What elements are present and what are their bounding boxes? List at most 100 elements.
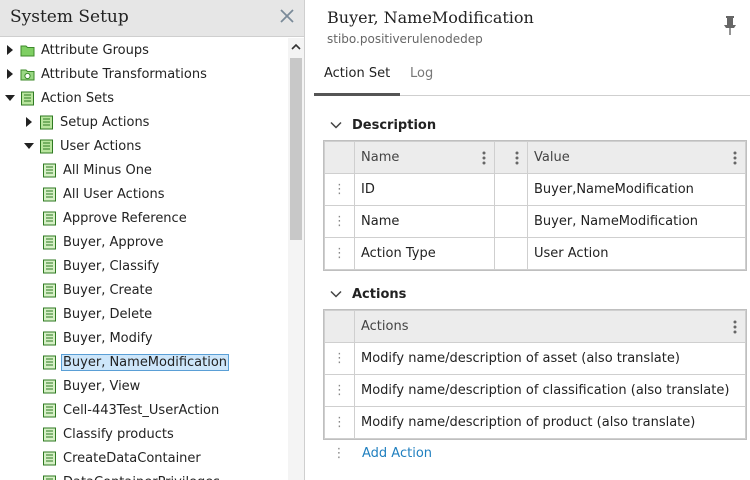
tab-action-set[interactable]: Action Set bbox=[314, 66, 401, 96]
close-icon[interactable] bbox=[278, 7, 296, 25]
tree-item[interactable]: Buyer, Classify bbox=[42, 254, 161, 278]
row-drag-handle-icon[interactable]: ⋮ bbox=[324, 205, 355, 238]
tree-item[interactable]: All User Actions bbox=[42, 182, 167, 206]
tree-item[interactable]: DataContainerPrivileges bbox=[42, 470, 222, 480]
tree-scrollbar[interactable] bbox=[288, 38, 304, 480]
column-menu-icon[interactable] bbox=[515, 150, 519, 166]
tree-item-label: Action Sets bbox=[41, 90, 114, 106]
column-header-name[interactable]: Name bbox=[354, 141, 495, 174]
column-header-label: Value bbox=[534, 150, 570, 165]
table-row[interactable]: ⋮ ID Buyer,NameModification bbox=[324, 173, 746, 206]
tree-item-label: Cell-443Test_UserAction bbox=[63, 402, 220, 418]
tree-item[interactable]: Buyer, Delete bbox=[42, 302, 154, 326]
tree-item[interactable]: Buyer, View bbox=[42, 374, 142, 398]
tree-item-label: Classify products bbox=[63, 426, 174, 442]
tree-item[interactable]: Buyer, Modify bbox=[42, 326, 155, 350]
grid-header-row: Name Value bbox=[324, 141, 746, 174]
tree-item[interactable]: Setup Actions bbox=[23, 110, 151, 134]
system-setup-tree: Attribute Groups Attribute Transformation… bbox=[0, 38, 288, 480]
row-blank-cell bbox=[494, 205, 528, 238]
table-row[interactable]: ⋮ Action Type User Action bbox=[324, 237, 746, 270]
description-grid: Name Value ⋮ ID Buyer,NameModification ⋮ bbox=[323, 140, 747, 271]
row-value-cell[interactable]: Buyer,NameModification bbox=[527, 173, 746, 206]
row-drag-handle-icon[interactable]: ⋮ bbox=[324, 237, 355, 270]
row-blank-cell bbox=[494, 237, 528, 270]
expand-arrow-right-icon[interactable] bbox=[4, 67, 16, 81]
action-cell[interactable]: Modify name/description of product (also… bbox=[354, 406, 746, 439]
chevron-down-icon bbox=[330, 290, 342, 298]
table-row[interactable]: ⋮ Name Buyer, NameModification bbox=[324, 205, 746, 238]
action-cell[interactable]: Modify name/description of classificatio… bbox=[354, 374, 746, 407]
tree-item[interactable]: CreateDataContainer bbox=[42, 446, 203, 470]
handle-column-header bbox=[324, 310, 355, 343]
add-action-link[interactable]: Add Action bbox=[362, 446, 432, 461]
add-action-row: ⋮ Add Action bbox=[324, 437, 433, 469]
row-value-cell[interactable]: User Action bbox=[527, 237, 746, 270]
tree-item[interactable]: Attribute Groups bbox=[4, 38, 151, 62]
tree-item[interactable]: User Actions bbox=[23, 134, 143, 158]
action-set-icon bbox=[39, 115, 54, 130]
action-icon bbox=[42, 211, 57, 226]
tree-item-label: Buyer, Modify bbox=[63, 330, 153, 346]
row-blank-cell bbox=[494, 173, 528, 206]
action-cell[interactable]: Modify name/description of asset (also t… bbox=[354, 342, 746, 375]
tree-item[interactable]: Buyer, Approve bbox=[42, 230, 166, 254]
tree-item-label: Buyer, Classify bbox=[63, 258, 160, 274]
scroll-thumb[interactable] bbox=[290, 58, 302, 240]
detail-tabs: Action Set Log bbox=[314, 60, 750, 96]
row-name-cell: Name bbox=[354, 205, 495, 238]
transform-icon bbox=[20, 67, 35, 82]
object-subtitle: stibo.positiverulenodedep bbox=[327, 32, 483, 46]
expand-arrow-right-icon[interactable] bbox=[23, 115, 35, 129]
row-value-cell[interactable]: Buyer, NameModification bbox=[527, 205, 746, 238]
row-name-cell: ID bbox=[354, 173, 495, 206]
action-icon bbox=[42, 163, 57, 178]
description-section-header[interactable]: Description bbox=[330, 115, 436, 135]
column-header-blank[interactable] bbox=[494, 141, 528, 174]
tree-item[interactable]: Attribute Transformations bbox=[4, 62, 209, 86]
column-header-actions[interactable]: Actions bbox=[354, 310, 746, 343]
row-drag-handle-icon[interactable]: ⋮ bbox=[324, 406, 355, 439]
table-row[interactable]: ⋮ Modify name/description of classificat… bbox=[324, 374, 746, 407]
row-drag-handle-icon[interactable]: ⋮ bbox=[324, 173, 355, 206]
tree-item-label: CreateDataContainer bbox=[63, 450, 201, 466]
table-row[interactable]: ⋮ Modify name/description of asset (also… bbox=[324, 342, 746, 375]
column-menu-icon[interactable] bbox=[733, 319, 737, 335]
action-icon bbox=[42, 283, 57, 298]
action-icon bbox=[42, 451, 57, 466]
tree-item-label: Setup Actions bbox=[60, 114, 150, 130]
tab-log[interactable]: Log bbox=[400, 66, 443, 96]
scroll-up-icon[interactable] bbox=[288, 40, 304, 54]
tree-item[interactable]: Approve Reference bbox=[42, 206, 189, 230]
tree-item-label: User Actions bbox=[60, 138, 142, 154]
tree-item[interactable]: Action Sets bbox=[4, 86, 116, 110]
tree-item-label: All Minus One bbox=[63, 162, 152, 178]
tree-item[interactable]: Buyer, NameModification bbox=[42, 350, 230, 374]
tree-item[interactable]: Buyer, Create bbox=[42, 278, 155, 302]
tree-item-label: Buyer, NameModification bbox=[61, 353, 230, 371]
pin-icon[interactable] bbox=[722, 14, 738, 36]
column-menu-icon[interactable] bbox=[733, 150, 737, 166]
tree-item[interactable]: All Minus One bbox=[42, 158, 154, 182]
row-drag-handle-icon[interactable]: ⋮ bbox=[324, 342, 355, 375]
tree-item-label: Buyer, View bbox=[63, 378, 141, 394]
column-menu-icon[interactable] bbox=[482, 150, 486, 166]
tree-item-label: Buyer, Create bbox=[63, 282, 153, 298]
object-title: Buyer, NameModification bbox=[327, 8, 534, 27]
column-header-value[interactable]: Value bbox=[527, 141, 746, 174]
tree-item-label: All User Actions bbox=[63, 186, 165, 202]
tree-item[interactable]: Cell-443Test_UserAction bbox=[42, 398, 221, 422]
tree-item-label: Buyer, Delete bbox=[63, 306, 153, 322]
action-set-icon bbox=[20, 91, 35, 106]
expand-arrow-right-icon[interactable] bbox=[4, 43, 16, 57]
chevron-down-icon bbox=[330, 121, 342, 129]
expand-arrow-down-icon[interactable] bbox=[23, 139, 35, 153]
table-row[interactable]: ⋮ Modify name/description of product (al… bbox=[324, 406, 746, 439]
row-drag-handle-icon[interactable]: ⋮ bbox=[324, 374, 355, 407]
action-icon bbox=[42, 379, 57, 394]
tree-item[interactable]: Classify products bbox=[42, 422, 176, 446]
expand-arrow-down-icon[interactable] bbox=[4, 91, 16, 105]
actions-section-header[interactable]: Actions bbox=[330, 284, 406, 304]
column-header-label: Name bbox=[361, 150, 400, 165]
section-title: Actions bbox=[352, 286, 407, 302]
